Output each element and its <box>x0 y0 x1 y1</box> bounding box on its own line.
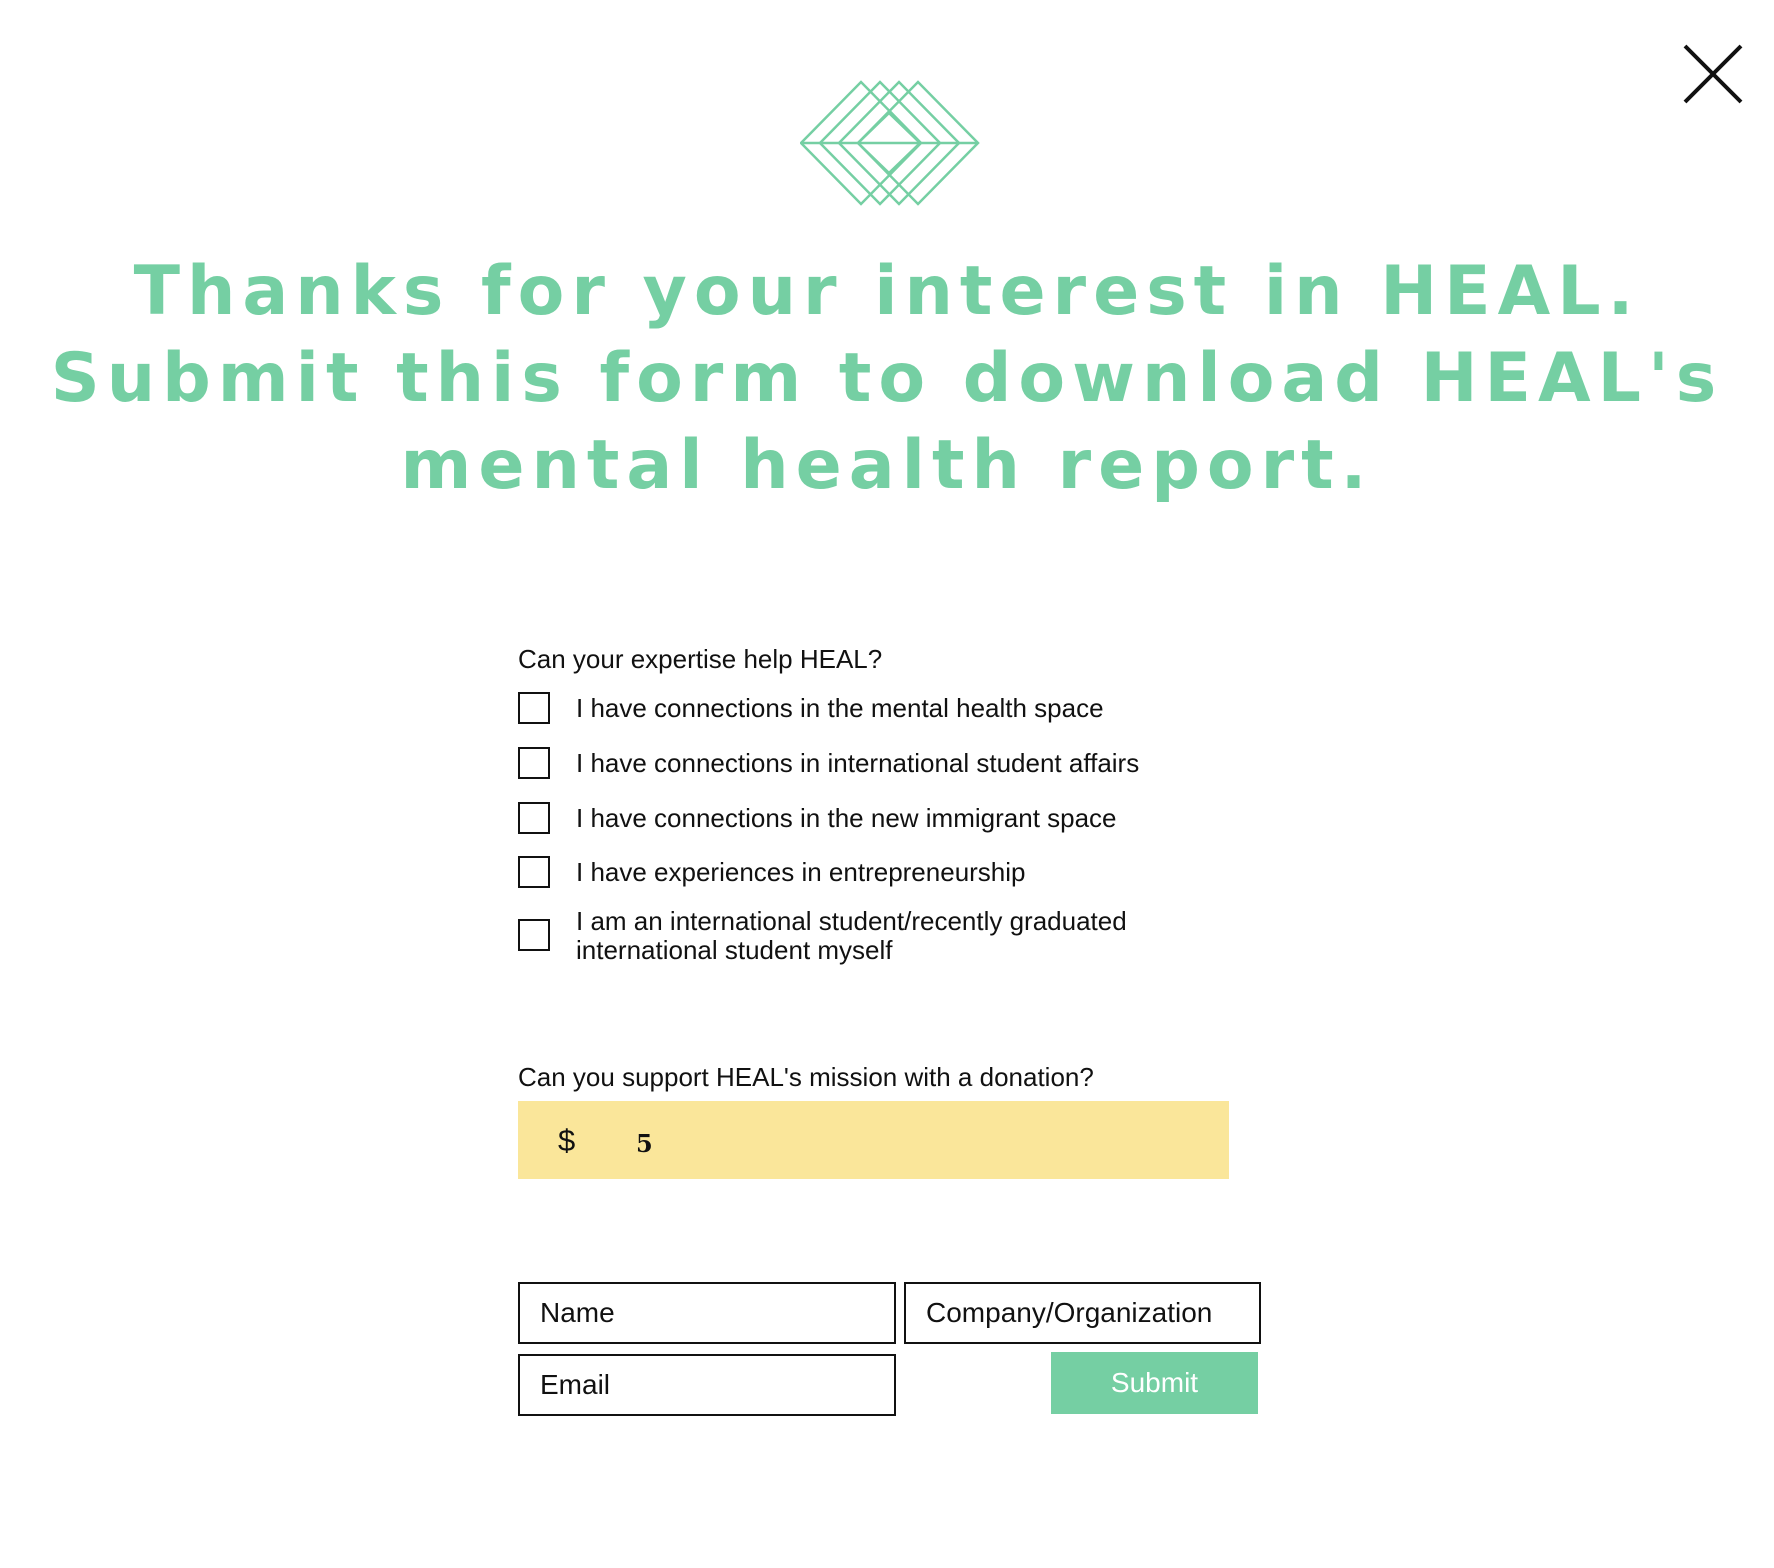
expertise-option-immigrant-space[interactable]: I have connections in the new immigrant … <box>518 798 1258 838</box>
headline-line-2: Submit this form to download HEAL's <box>50 339 1724 418</box>
expertise-question: Can your expertise help HEAL? <box>518 644 883 674</box>
headline-line-1: Thanks for your interest in HEAL. <box>133 252 1641 331</box>
headline-line-3: mental health report. <box>400 426 1374 505</box>
checkbox-international-student[interactable] <box>518 919 550 951</box>
expertise-option-entrepreneurship[interactable]: I have experiences in entrepreneurship <box>518 852 1258 892</box>
heal-diamond-logo-icon <box>800 80 980 206</box>
checkbox-entrepreneurship[interactable] <box>518 856 550 888</box>
close-icon <box>1683 44 1743 104</box>
currency-symbol: $ <box>558 1123 576 1158</box>
expertise-option-international-affairs[interactable]: I have connections in international stud… <box>518 743 1258 783</box>
donation-amount-value: 5 <box>636 1129 653 1158</box>
checkbox-mental-health[interactable] <box>518 692 550 724</box>
option-label: I am an international student/recently g… <box>576 906 1127 965</box>
donation-question: Can you support HEAL's mission with a do… <box>518 1062 1094 1092</box>
option-label: I have experiences in entrepreneurship <box>576 857 1026 887</box>
option-label: I have connections in the mental health … <box>576 693 1104 723</box>
page-title: Thanks for your interest in HEAL. Submit… <box>0 248 1774 509</box>
email-field[interactable]: Email <box>518 1354 896 1416</box>
expertise-option-international-student[interactable]: I am an international student/recently g… <box>518 907 1258 965</box>
close-button[interactable] <box>1683 44 1743 104</box>
checkbox-international-affairs[interactable] <box>518 747 550 779</box>
option-label: I have connections in the new immigrant … <box>576 803 1117 833</box>
company-field[interactable]: Company/Organization <box>904 1282 1261 1344</box>
checkbox-immigrant-space[interactable] <box>518 802 550 834</box>
donation-amount-field[interactable]: $ 5 <box>518 1101 1229 1179</box>
expertise-option-mental-health[interactable]: I have connections in the mental health … <box>518 688 1258 728</box>
submit-button[interactable]: Submit <box>1051 1352 1258 1414</box>
option-label: I have connections in international stud… <box>576 748 1140 778</box>
name-field[interactable]: Name <box>518 1282 896 1344</box>
